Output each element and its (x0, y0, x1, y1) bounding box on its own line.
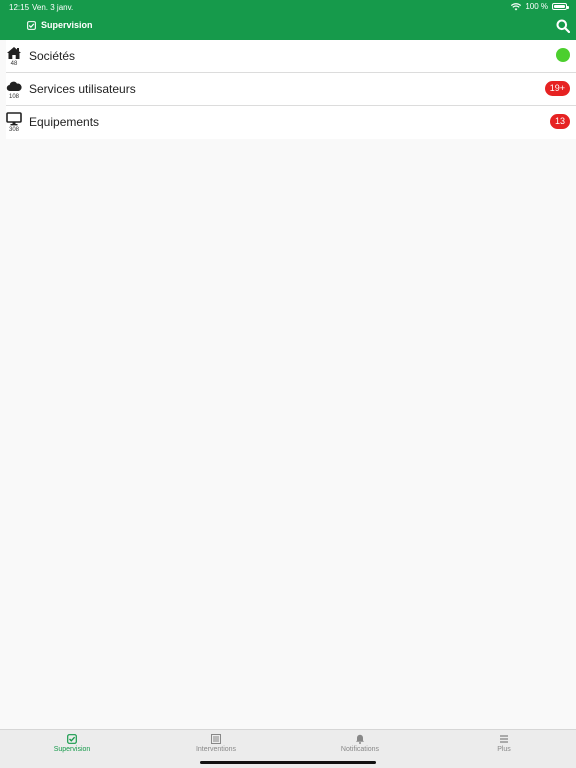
battery-icon (552, 3, 569, 10)
status-bar: 12:15 Ven. 3 janv. 100 % (0, 0, 576, 14)
tab-label: Interventions (195, 746, 237, 753)
page-title: Supervision (41, 20, 93, 30)
status-time: 12:15 (9, 3, 30, 12)
item-count: 48 (10, 61, 18, 67)
home-icon (7, 47, 21, 59)
monitor-icon (6, 112, 22, 126)
status-right: 100 % (511, 2, 569, 11)
list-item-equipements[interactable]: 308 Equipements 13 (6, 106, 576, 139)
menu-icon (500, 735, 508, 743)
list-item-services-utilisateurs[interactable]: 108 Services utilisateurs 19+ (6, 73, 576, 106)
battery-percent: 100 % (525, 2, 548, 11)
item-label: Services utilisateurs (29, 82, 136, 96)
list-item-societes[interactable]: 48 Sociétés (6, 40, 576, 73)
app: 12:15 Ven. 3 janv. 100 % Supervision 48 … (0, 0, 576, 768)
item-label: Equipements (29, 115, 100, 129)
tab-label: Notifications (340, 746, 380, 753)
alert-badge: 19+ (544, 81, 570, 96)
tab-plus[interactable]: Plus (432, 730, 576, 768)
tab-label: Supervision (53, 746, 91, 753)
bell-icon (356, 734, 364, 744)
wifi-icon (511, 2, 522, 10)
checkbox-icon (67, 734, 77, 744)
header: 12:15 Ven. 3 janv. 100 % Supervision (0, 0, 576, 40)
list-icon (211, 734, 221, 744)
tab-supervision[interactable]: Supervision (0, 730, 144, 768)
search-icon[interactable] (556, 19, 570, 33)
supervision-list: 48 Sociétés 108 Services utilisateurs 19… (0, 40, 576, 139)
status-ok-indicator (556, 48, 570, 62)
cloud-icon (6, 81, 22, 92)
nav-title: Supervision (27, 20, 93, 30)
checkbox-icon (27, 20, 36, 30)
item-label: Sociétés (29, 49, 76, 63)
item-count: 108 (8, 94, 19, 100)
alert-badge: 13 (549, 114, 570, 129)
status-date: Ven. 3 janv. (32, 3, 74, 12)
item-count: 308 (8, 127, 19, 133)
home-indicator (200, 761, 376, 764)
tab-label: Plus (497, 746, 511, 753)
